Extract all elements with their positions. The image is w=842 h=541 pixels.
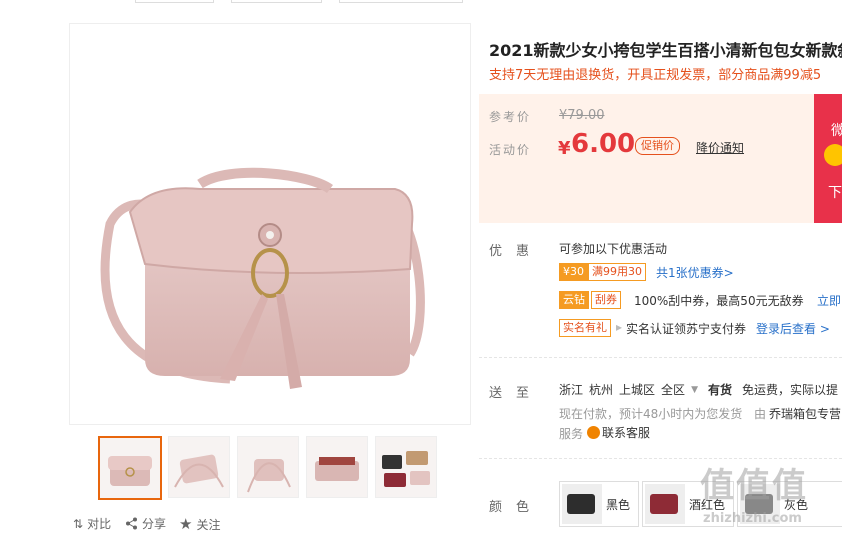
share-icon <box>126 517 137 530</box>
star-icon: ★ <box>179 515 193 533</box>
color-label: 颜色 <box>489 500 544 515</box>
thumbnail-4[interactable] <box>306 436 368 498</box>
promo-price-tag: 促销价 <box>635 137 680 155</box>
share-action[interactable]: 分享 <box>125 515 166 532</box>
thumb-bag-pink-icon <box>108 456 152 486</box>
top-tab-2[interactable] <box>231 0 322 3</box>
realname-tag: 实名有礼 <box>559 319 611 337</box>
seller-name[interactable]: 乔瑞箱包专营 <box>769 405 841 422</box>
price-box <box>479 94 842 223</box>
current-price: 6.00 <box>571 129 636 159</box>
act-price-label: 活动价 <box>489 143 532 157</box>
coupon-link[interactable]: 共1张优惠券> <box>656 264 734 281</box>
watermark-logo: 值值值 <box>700 466 808 506</box>
product-subtitle: 支持7天无理由退换货，开具正规发票，部分商品满99减5 <box>489 68 822 83</box>
coupon-amount-tag: ¥30 <box>559 263 588 281</box>
follow-action[interactable]: ★ 关注 <box>179 515 220 533</box>
ref-price-label: 参考价 <box>489 110 532 124</box>
bag-image <box>100 167 425 389</box>
diamond-tag: 云钻 <box>559 291 589 309</box>
currency-symbol: ¥ <box>558 138 571 159</box>
price-drop-notify-link[interactable]: 降价通知 <box>696 139 744 156</box>
scratch-tag: 刮券 <box>591 291 621 309</box>
scratch-link[interactable]: 立即 <box>817 292 841 309</box>
watermark-domain: zhizhizhi.com <box>703 511 802 526</box>
service-label: 服务 <box>559 427 584 441</box>
realname-bullet-icon: ▸ <box>616 320 623 334</box>
offers-label: 优惠 <box>489 244 544 259</box>
compare-action[interactable]: ⇅ 对比 <box>73 515 111 532</box>
wine-bag-swatch <box>645 484 685 524</box>
delivery-label: 送至 <box>489 386 544 401</box>
thumb-bag-angle-icon <box>174 454 224 488</box>
delivery-note: 现在付款，预计48小时内为您发货 <box>559 407 743 421</box>
thumb-bag-strap-icon <box>247 459 291 493</box>
customer-service-icon <box>587 426 600 439</box>
top-tab-1[interactable] <box>135 0 214 3</box>
color-option-black[interactable]: 黑色 <box>559 481 639 527</box>
top-tab-3[interactable] <box>339 0 463 3</box>
thumbnail-1[interactable] <box>98 436 162 500</box>
coupon-rule-tag: 满99用30 <box>588 263 646 281</box>
seller-prefix: 由 <box>754 407 767 421</box>
shipping-info: 免运费，实际以提 <box>742 383 839 397</box>
thumbnail-5[interactable] <box>375 436 437 498</box>
black-bag-swatch <box>562 484 602 524</box>
coin-icon <box>824 144 842 166</box>
product-title: 2021新款少女小挎包学生百搭小清新包包女新款斜 <box>489 41 842 60</box>
divider <box>479 357 842 358</box>
compare-icon: ⇅ <box>73 516 84 531</box>
dropdown-arrow-icon: ▼ <box>691 384 698 395</box>
main-product-image[interactable] <box>69 23 471 425</box>
realname-desc: 实名认证领苏宁支付券 <box>626 322 747 336</box>
side-banner[interactable]: 微 下 <box>814 94 842 223</box>
ref-price: ¥79.00 <box>559 108 605 123</box>
thumbnail-2[interactable] <box>168 436 230 498</box>
scratch-desc: 100%刮中券，最高50元无敌券 <box>634 294 804 308</box>
thumb-bag-open-icon <box>315 457 359 481</box>
region-selector[interactable]: 浙江 杭州 上城区 全区 ▼ <box>559 381 698 398</box>
stock-status: 有货 <box>708 383 733 397</box>
thumbnail-3[interactable] <box>237 436 299 498</box>
realname-link[interactable]: 登录后查看 > <box>756 320 830 337</box>
contact-service-link[interactable]: 联系客服 <box>587 424 650 441</box>
offers-intro: 可参加以下优惠活动 <box>559 242 668 256</box>
thumb-bag-colors-icon <box>382 451 430 487</box>
